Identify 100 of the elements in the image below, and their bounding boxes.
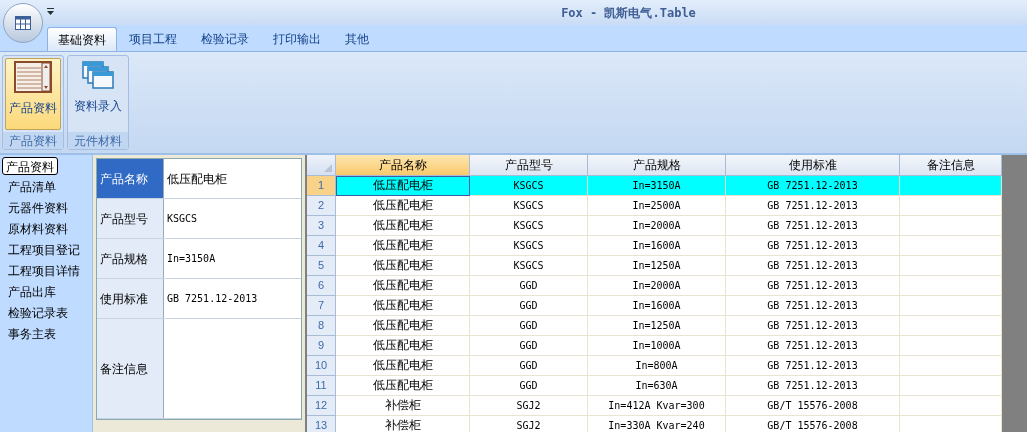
- sidebar-item[interactable]: 工程项目详情: [2, 262, 86, 280]
- table-cell: In=1250A: [588, 316, 726, 336]
- table-cell: 低压配电柜: [336, 176, 470, 196]
- field-label: 使用标准: [97, 279, 164, 318]
- field-label: 产品规格: [97, 239, 164, 278]
- table-cell: In=2500A: [588, 196, 726, 216]
- table-cell: GB 7251.12-2013: [726, 356, 900, 376]
- table-cell: 低压配电柜: [336, 216, 470, 236]
- table-cell: 低压配电柜: [336, 276, 470, 296]
- row-header[interactable]: 5: [307, 256, 336, 276]
- list-icon: [14, 61, 52, 93]
- ribbon-tab[interactable]: 其他: [333, 27, 381, 51]
- sidebar-item[interactable]: 产品资料: [2, 157, 58, 175]
- table-cell: GB 7251.12-2013: [726, 256, 900, 276]
- row-header[interactable]: 3: [307, 216, 336, 236]
- ribbon-tab[interactable]: 项目工程: [117, 27, 189, 51]
- column-header[interactable]: 备注信息: [900, 155, 1002, 176]
- ribbon-tab[interactable]: 打印输出: [261, 27, 333, 51]
- app-menu-button[interactable]: [3, 3, 43, 43]
- corner-cell[interactable]: [307, 155, 336, 176]
- table-cell: GB/T 15576-2008: [726, 396, 900, 416]
- table-cell: GGD: [470, 376, 588, 396]
- table-cell: GB 7251.12-2013: [726, 276, 900, 296]
- table-cell: GGD: [470, 356, 588, 376]
- table-cell: 低压配电柜: [336, 236, 470, 256]
- table-cell: GB 7251.12-2013: [726, 376, 900, 396]
- row-header[interactable]: 1: [307, 176, 336, 196]
- table-cell: 低压配电柜: [336, 256, 470, 276]
- table-cell: 低压配电柜: [336, 296, 470, 316]
- row-header[interactable]: 6: [307, 276, 336, 296]
- sidebar-item[interactable]: 元器件资料: [2, 199, 74, 217]
- table-cell: 低压配电柜: [336, 376, 470, 396]
- table-cell: KSGCS: [470, 196, 588, 216]
- table-cell: GB 7251.12-2013: [726, 236, 900, 256]
- table-cell: GB 7251.12-2013: [726, 176, 900, 196]
- column-header[interactable]: 产品规格: [588, 155, 726, 176]
- table-cell: GGD: [470, 276, 588, 296]
- table-cell: In=412A Kvar=300: [588, 396, 726, 416]
- table-cell: GB/T 15576-2008: [726, 416, 900, 432]
- window-title: Fox - 凯斯电气.Table: [561, 4, 696, 22]
- column-header[interactable]: 使用标准: [726, 155, 900, 176]
- sidebar-item[interactable]: 工程项目登记: [2, 241, 86, 259]
- table-cell: SGJ2: [470, 396, 588, 416]
- table-cell: In=1250A: [588, 256, 726, 276]
- table-cell: KSGCS: [470, 216, 588, 236]
- field-label: 备注信息: [97, 319, 164, 418]
- select-all-icon: [324, 164, 332, 172]
- windows-icon: [82, 61, 114, 91]
- table-cell: In=1600A: [588, 296, 726, 316]
- table-icon: [15, 16, 31, 30]
- table-cell: 补偿柜: [336, 416, 470, 432]
- row-header[interactable]: 13: [307, 416, 336, 432]
- table-cell: In=2000A: [588, 276, 726, 296]
- row-header[interactable]: 9: [307, 336, 336, 356]
- table-cell: In=1000A: [588, 336, 726, 356]
- sidebar-item[interactable]: 原材料资料: [2, 220, 74, 238]
- table-cell: GB 7251.12-2013: [726, 336, 900, 356]
- table-cell: KSGCS: [470, 236, 588, 256]
- field-label: 产品型号: [97, 199, 164, 238]
- ribbon-tab[interactable]: 基础资料: [47, 27, 117, 51]
- group-label: 元件材料: [68, 132, 128, 149]
- row-header[interactable]: 7: [307, 296, 336, 316]
- table-cell: 低压配电柜: [336, 316, 470, 336]
- row-header[interactable]: 4: [307, 236, 336, 256]
- field-value[interactable]: KSGCS: [164, 199, 301, 238]
- table-cell: GB 7251.12-2013: [726, 316, 900, 336]
- table-cell: KSGCS: [470, 176, 588, 196]
- field-value[interactable]: In=3150A: [164, 239, 301, 278]
- table-cell: GGD: [470, 336, 588, 356]
- sidebar-item[interactable]: 产品出库: [2, 283, 62, 301]
- row-header[interactable]: 2: [307, 196, 336, 216]
- ribbon-button[interactable]: 资料录入: [70, 58, 126, 130]
- field-label: 产品名称: [97, 159, 164, 198]
- column-header[interactable]: 产品名称: [336, 155, 470, 176]
- row-header[interactable]: 12: [307, 396, 336, 416]
- table-cell: 补偿柜: [336, 396, 470, 416]
- table-cell: GB 7251.12-2013: [726, 296, 900, 316]
- group-label: 产品资料: [3, 132, 63, 149]
- sidebar-item[interactable]: 产品清单: [2, 178, 62, 196]
- table-cell: GB 7251.12-2013: [726, 196, 900, 216]
- ribbon-tab[interactable]: 检验记录: [189, 27, 261, 51]
- dropdown-icon[interactable]: [47, 8, 54, 15]
- row-header[interactable]: 8: [307, 316, 336, 336]
- table-cell: In=1600A: [588, 236, 726, 256]
- sidebar-item[interactable]: 检验记录表: [2, 304, 74, 322]
- table-cell: GGD: [470, 316, 588, 336]
- table-cell: In=330A Kvar=240: [588, 416, 726, 432]
- table-cell: In=630A: [588, 376, 726, 396]
- sidebar-item[interactable]: 事务主表: [2, 325, 62, 343]
- table-cell: GB 7251.12-2013: [726, 216, 900, 236]
- field-value[interactable]: 低压配电柜: [164, 159, 301, 198]
- table-cell: 低压配电柜: [336, 196, 470, 216]
- field-value[interactable]: GB 7251.12-2013: [164, 279, 301, 318]
- column-header[interactable]: 产品型号: [470, 155, 588, 176]
- table-cell: In=2000A: [588, 216, 726, 236]
- table-cell: 低压配电柜: [336, 336, 470, 356]
- table-cell: In=800A: [588, 356, 726, 376]
- row-header[interactable]: 11: [307, 376, 336, 396]
- ribbon-button[interactable]: 产品资料: [5, 58, 61, 130]
- row-header[interactable]: 10: [307, 356, 336, 376]
